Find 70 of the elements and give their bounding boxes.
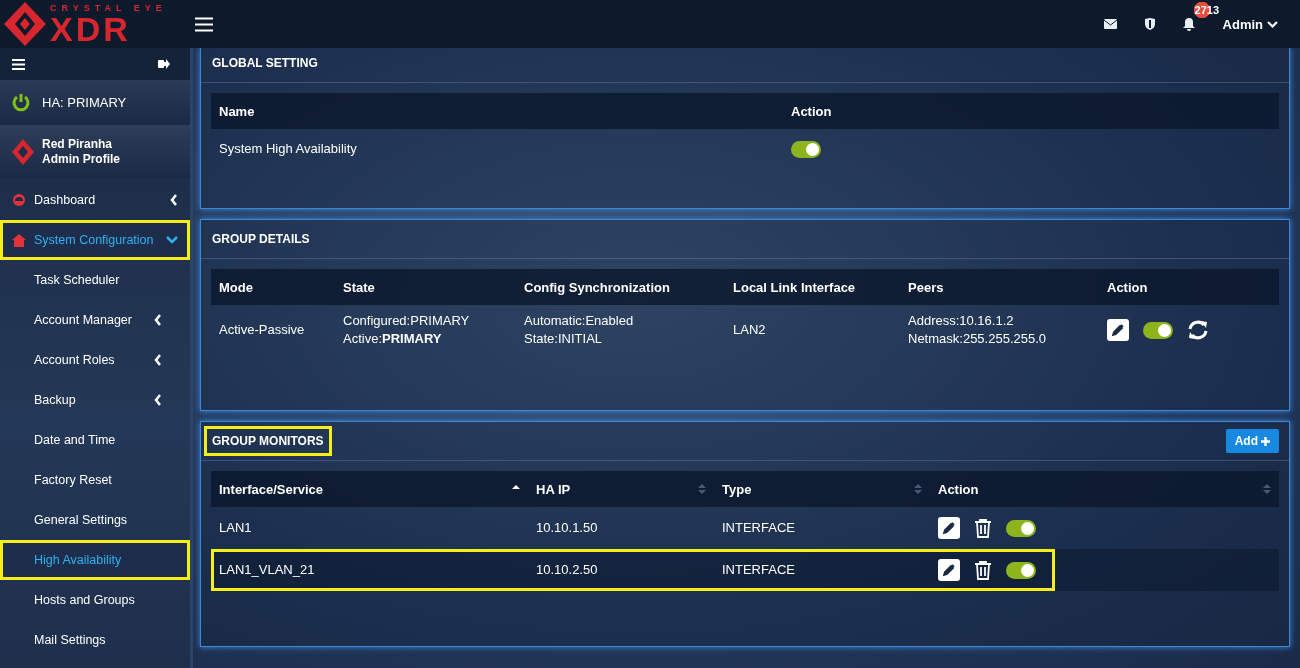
- power-icon: [12, 93, 30, 112]
- toggle-switch[interactable]: [1006, 561, 1036, 579]
- sidebar-item[interactable]: Date and Time: [0, 420, 190, 460]
- column-header[interactable]: HA IP: [536, 481, 571, 497]
- logo-wordmark: XDR: [50, 12, 132, 45]
- sidebar-item[interactable]: Task Scheduler: [0, 260, 190, 300]
- sidebar-item[interactable]: Factory Reset: [0, 460, 190, 500]
- table-cell-text: LAN2: [732, 321, 767, 339]
- trash-icon[interactable]: [974, 518, 992, 538]
- edit-button[interactable]: [1107, 319, 1129, 341]
- plus-icon: [1261, 436, 1270, 446]
- table-cell-text: LAN1_VLAN_21: [218, 561, 316, 579]
- table-cell-text: Active-Passive: [218, 321, 306, 339]
- bell-icon[interactable]: [1182, 17, 1195, 31]
- column-header[interactable]: Type: [722, 481, 752, 497]
- table-cell-text: LAN1: [218, 519, 253, 537]
- pencil-icon: [943, 564, 955, 576]
- table-cell-text: 10.10.2.50: [535, 561, 599, 579]
- menu-icon[interactable]: [12, 58, 25, 70]
- table-cell-text: Automatic:Enabled State:INITIAL: [523, 312, 635, 348]
- column-header: Local Link Interface: [732, 279, 857, 295]
- add-button[interactable]: Add: [1225, 429, 1279, 453]
- chevron-down-icon: [1267, 20, 1278, 28]
- house-icon: [12, 233, 26, 247]
- ha-status: HA: PRIMARY: [42, 95, 127, 110]
- table-cell-text: System High Availability: [218, 140, 358, 158]
- column-header: Peers: [907, 279, 945, 295]
- panel-title: GLOBAL SETTING: [211, 55, 319, 72]
- toggle-switch[interactable]: [791, 140, 821, 158]
- refresh-icon[interactable]: [1187, 320, 1209, 340]
- column-header: Action: [790, 103, 833, 119]
- sidebar-item[interactable]: Backup: [0, 380, 190, 420]
- menu-icon[interactable]: [195, 16, 213, 32]
- logo-icon: [12, 138, 34, 165]
- sidebar-item[interactable]: Mail Settings: [0, 620, 190, 660]
- sidebar-item[interactable]: Dashboard: [0, 180, 190, 220]
- column-header[interactable]: Action: [938, 481, 979, 497]
- column-header: Config Synchronization: [523, 279, 671, 295]
- sidebar-item[interactable]: Account Manager: [0, 300, 190, 340]
- sidebar-item[interactable]: System Configuration: [0, 220, 190, 260]
- table-cell-text: INTERFACE: [721, 561, 796, 579]
- column-header: State: [342, 279, 376, 295]
- logo-tagline: CRYSTAL EYE: [50, 3, 167, 13]
- column-header: Mode: [218, 279, 254, 295]
- gauge-icon: [12, 193, 26, 207]
- sidebar-item[interactable]: High Availability: [0, 540, 190, 580]
- sidebar-item[interactable]: Hosts and Groups: [0, 580, 190, 620]
- table-cell-text: 10.10.1.50: [535, 519, 599, 537]
- table-cell-text: INTERFACE: [721, 519, 796, 537]
- panel-title: GROUP DETAILS: [211, 231, 311, 248]
- column-header[interactable]: Interface/Service: [219, 481, 324, 497]
- pencil-icon: [943, 522, 955, 534]
- edit-button[interactable]: [938, 559, 960, 581]
- sidebar-item[interactable]: General Settings: [0, 500, 190, 540]
- column-header: Name: [218, 103, 256, 119]
- table-cell-text: Address:10.16.1.2 Netmask:255.255.255.0: [907, 312, 1048, 348]
- panel-title: GROUP MONITORS: [204, 426, 332, 456]
- toggle-switch[interactable]: [1143, 321, 1173, 339]
- shield-icon[interactable]: [1144, 18, 1155, 30]
- column-header: Action: [1106, 279, 1149, 295]
- mail-icon[interactable]: [1103, 19, 1117, 29]
- trash-icon[interactable]: [974, 560, 992, 580]
- user-menu[interactable]: Admin: [1222, 16, 1278, 32]
- pencil-icon: [1112, 324, 1124, 336]
- sign-out-icon[interactable]: [158, 59, 170, 69]
- toggle-switch[interactable]: [1006, 519, 1036, 537]
- edit-button[interactable]: [938, 517, 960, 539]
- profile-name: Red Piranha Admin Profile: [42, 136, 120, 167]
- table-cell-text: Configured:PRIMARY Active:PRIMARY: [342, 312, 471, 348]
- sidebar-item[interactable]: Account Roles: [0, 340, 190, 380]
